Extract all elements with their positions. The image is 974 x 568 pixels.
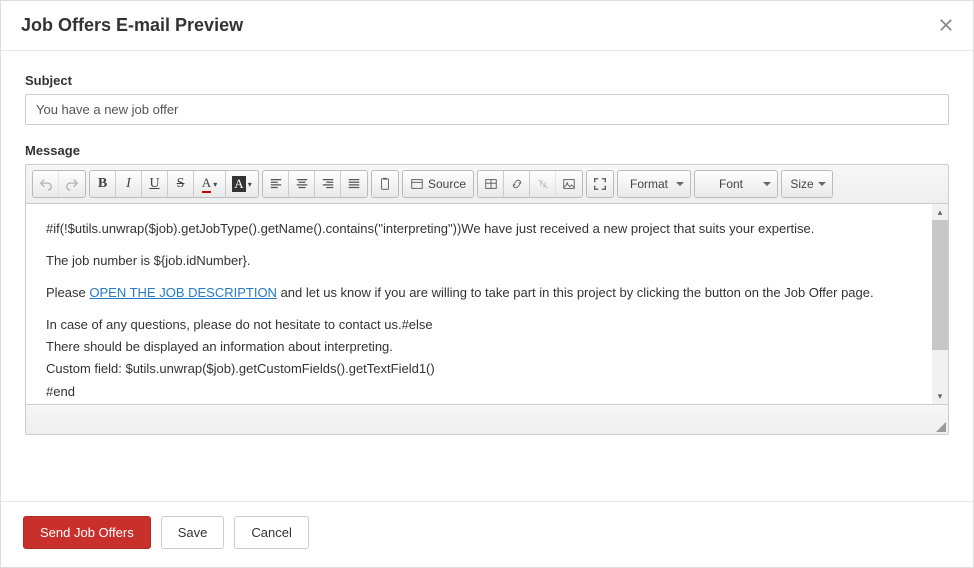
strike-icon: S [177, 176, 185, 192]
redo-icon [65, 177, 79, 191]
maximize-button[interactable] [587, 171, 613, 197]
message-label: Message [25, 143, 949, 158]
bold-button[interactable]: B [90, 171, 116, 197]
source-button[interactable]: Source [403, 171, 473, 197]
text-color-icon: A [202, 175, 211, 193]
align-left-button[interactable] [263, 171, 289, 197]
scrollbar-track[interactable]: ▴ ▾ [932, 204, 948, 404]
size-select[interactable]: Size [782, 171, 832, 197]
align-right-icon [321, 177, 335, 191]
modal-footer: Send Job Offers Save Cancel [1, 501, 973, 567]
format-select[interactable]: Format [618, 171, 690, 197]
undo-icon [39, 177, 53, 191]
align-right-button[interactable] [315, 171, 341, 197]
open-job-link[interactable]: OPEN THE JOB DESCRIPTION [89, 285, 277, 300]
align-center-button[interactable] [289, 171, 315, 197]
image-button[interactable] [556, 171, 582, 197]
modal-header: Job Offers E-mail Preview [1, 1, 973, 51]
bold-icon: B [98, 176, 107, 192]
subject-label: Subject [25, 73, 949, 88]
rich-text-editor: B I U S A▾ A▾ Source [25, 164, 949, 435]
bg-color-button[interactable]: A▾ [226, 171, 258, 197]
save-button[interactable]: Save [161, 516, 225, 549]
editor-line: Custom field: $utils.unwrap($job).getCus… [46, 358, 914, 380]
unlink-button[interactable] [530, 171, 556, 197]
source-icon [410, 177, 424, 191]
editor-line: The job number is ${job.idNumber}. [46, 250, 914, 272]
modal-title: Job Offers E-mail Preview [21, 15, 243, 36]
editor-line: There should be displayed an information… [46, 336, 914, 358]
editor-content[interactable]: #if(!$utils.unwrap($job).getJobType().ge… [26, 204, 948, 404]
editor-line: #if(!$utils.unwrap($job).getJobType().ge… [46, 218, 914, 240]
italic-icon: I [126, 176, 131, 192]
font-select[interactable]: Font [695, 171, 777, 197]
undo-button[interactable] [33, 171, 59, 197]
link-button[interactable] [504, 171, 530, 197]
editor-line: Please OPEN THE JOB DESCRIPTION and let … [46, 282, 914, 304]
table-button[interactable] [478, 171, 504, 197]
image-icon [562, 177, 576, 191]
align-left-icon [269, 177, 283, 191]
send-button[interactable]: Send Job Offers [23, 516, 151, 549]
editor-footer [26, 404, 948, 434]
align-justify-button[interactable] [341, 171, 367, 197]
editor-body: #if(!$utils.unwrap($job).getJobType().ge… [26, 204, 948, 434]
underline-button[interactable]: U [142, 171, 168, 197]
editor-line: #end [46, 381, 914, 403]
paste-word-button[interactable] [372, 171, 398, 197]
scrollbar-thumb[interactable] [932, 220, 948, 350]
subject-input[interactable] [25, 94, 949, 125]
align-center-icon [295, 177, 309, 191]
strike-button[interactable]: S [168, 171, 194, 197]
cancel-button[interactable]: Cancel [234, 516, 308, 549]
close-icon [939, 18, 953, 32]
bg-color-icon: A [232, 176, 245, 192]
modal-body: Subject Message B I U S A▾ A▾ [1, 51, 973, 501]
scroll-up-icon[interactable]: ▴ [932, 204, 948, 220]
redo-button[interactable] [59, 171, 85, 197]
text-color-button[interactable]: A▾ [194, 171, 226, 197]
underline-icon: U [149, 176, 159, 192]
table-icon [484, 177, 498, 191]
maximize-icon [593, 177, 607, 191]
email-preview-modal: Job Offers E-mail Preview Subject Messag… [0, 0, 974, 568]
editor-toolbar: B I U S A▾ A▾ Source [26, 165, 948, 204]
close-button[interactable] [939, 16, 953, 36]
resize-handle[interactable] [936, 422, 946, 432]
link-icon [510, 177, 524, 191]
italic-button[interactable]: I [116, 171, 142, 197]
scroll-down-icon[interactable]: ▾ [932, 388, 948, 404]
editor-line: In case of any questions, please do not … [46, 314, 914, 336]
paste-icon [378, 177, 392, 191]
unlink-icon [536, 177, 550, 191]
align-justify-icon [347, 177, 361, 191]
